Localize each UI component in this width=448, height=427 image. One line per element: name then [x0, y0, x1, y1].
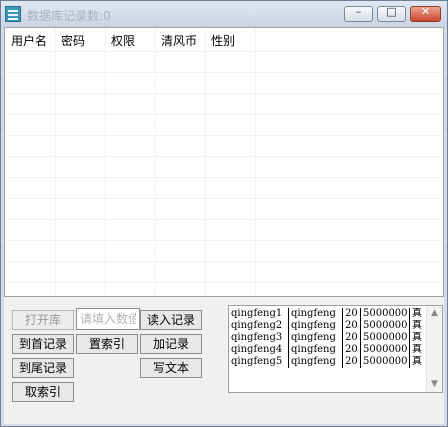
grid-header-username[interactable]: 用户名 [11, 32, 47, 49]
record-password: qingfeng [291, 308, 336, 319]
record-password: qingfeng [291, 344, 336, 355]
cell-separator [360, 308, 361, 320]
record-coins: 5000000 [363, 332, 408, 343]
vertical-scrollbar[interactable]: ▲ ▼ [426, 306, 442, 392]
open-db-button[interactable]: 打开库 [12, 310, 74, 330]
close-button[interactable]: ✕ [410, 5, 441, 22]
records-text-box[interactable]: qingfeng1 qingfeng 20 5000000 真 qingfeng… [228, 305, 443, 393]
add-record-button[interactable]: 加记录 [140, 334, 202, 354]
record-username: qingfeng5 [231, 356, 283, 367]
record-gender: 真 [412, 308, 422, 319]
grid-header-gender[interactable]: 性别 [211, 32, 235, 49]
grid-col-divider [155, 28, 156, 296]
grid-row-divider [5, 198, 443, 199]
grid-row-divider [5, 240, 443, 241]
maximize-button[interactable]: □ [377, 5, 406, 22]
grid-header-password[interactable]: 密码 [61, 32, 85, 49]
cell-separator [409, 332, 410, 344]
grid-row-divider [5, 51, 443, 52]
grid-header-coins[interactable]: 清风币 [161, 32, 197, 49]
client-area: 用户名 密码 权限 清风币 性别 打开库 读入记录 到首记录 置索引 加记录 到… [4, 27, 444, 424]
grid-row-divider [5, 135, 443, 136]
app-icon [5, 6, 21, 22]
grid-col-divider [255, 28, 256, 296]
grid-row-divider [5, 114, 443, 115]
write-text-button[interactable]: 写文本 [140, 358, 202, 378]
set-index-button[interactable]: 置索引 [76, 334, 138, 354]
cell-separator [409, 308, 410, 320]
close-icon: ✕ [420, 5, 431, 18]
record-gender: 真 [412, 356, 422, 367]
read-record-button[interactable]: 读入记录 [140, 310, 202, 330]
cell-separator [409, 320, 410, 332]
cell-separator [360, 320, 361, 332]
grid-col-divider [205, 28, 206, 296]
cell-separator [342, 320, 343, 332]
cell-separator [288, 356, 289, 368]
cell-separator [342, 332, 343, 344]
scroll-down-icon[interactable]: ▼ [427, 377, 442, 392]
cell-separator [409, 344, 410, 356]
record-coins: 5000000 [363, 320, 408, 331]
record-coins: 5000000 [363, 308, 408, 319]
cell-separator [288, 332, 289, 344]
title-bar[interactable]: 数据库记录数:0 – □ ✕ [1, 1, 447, 27]
grid-row-divider [5, 72, 443, 73]
cell-separator [342, 356, 343, 368]
record-permission: 20 [345, 320, 358, 331]
record-gender: 真 [412, 344, 422, 355]
record-username: qingfeng1 [231, 308, 283, 319]
record-coins: 5000000 [363, 356, 408, 367]
record-username: qingfeng4 [231, 344, 283, 355]
record-gender: 真 [412, 332, 422, 343]
record-username: qingfeng2 [231, 320, 283, 331]
to-first-record-button[interactable]: 到首记录 [12, 334, 74, 354]
grid-col-divider [55, 28, 56, 296]
record-permission: 20 [345, 344, 358, 355]
grid-row-divider [5, 261, 443, 262]
record-password: qingfeng [291, 332, 336, 343]
minimize-button[interactable]: – [344, 5, 373, 22]
scroll-up-icon[interactable]: ▲ [427, 306, 442, 321]
grid-row-divider [5, 156, 443, 157]
record-permission: 20 [345, 332, 358, 343]
cell-separator [360, 344, 361, 356]
record-coins: 5000000 [363, 344, 408, 355]
record-password: qingfeng [291, 320, 336, 331]
get-index-button[interactable]: 取索引 [12, 382, 74, 402]
grid-row-divider [5, 177, 443, 178]
grid-header-permission[interactable]: 权限 [111, 32, 135, 49]
record-gender: 真 [412, 320, 422, 331]
value-input[interactable] [76, 308, 140, 330]
minimize-icon: – [355, 5, 362, 18]
maximize-icon: □ [386, 5, 397, 18]
record-permission: 20 [345, 308, 358, 319]
cell-separator [288, 344, 289, 356]
cell-separator [342, 344, 343, 356]
cell-separator [288, 308, 289, 320]
main-window: 数据库记录数:0 – □ ✕ 用户名 密码 权限 清风币 性别 打开库 请填入数… [0, 0, 448, 427]
record-password: qingfeng [291, 356, 336, 367]
window-title: 数据库记录数:0 [27, 9, 111, 23]
cell-separator [360, 356, 361, 368]
grid-row-divider [5, 282, 443, 283]
data-grid[interactable]: 用户名 密码 权限 清风币 性别 [4, 27, 444, 297]
cell-separator [342, 308, 343, 320]
record-permission: 20 [345, 356, 358, 367]
cell-separator [360, 332, 361, 344]
cell-separator [288, 320, 289, 332]
grid-col-divider [105, 28, 106, 296]
grid-row-divider [5, 219, 443, 220]
cell-separator [409, 356, 410, 368]
record-username: qingfeng3 [231, 332, 283, 343]
grid-row-divider [5, 93, 443, 94]
to-last-record-button[interactable]: 到尾记录 [12, 358, 74, 378]
